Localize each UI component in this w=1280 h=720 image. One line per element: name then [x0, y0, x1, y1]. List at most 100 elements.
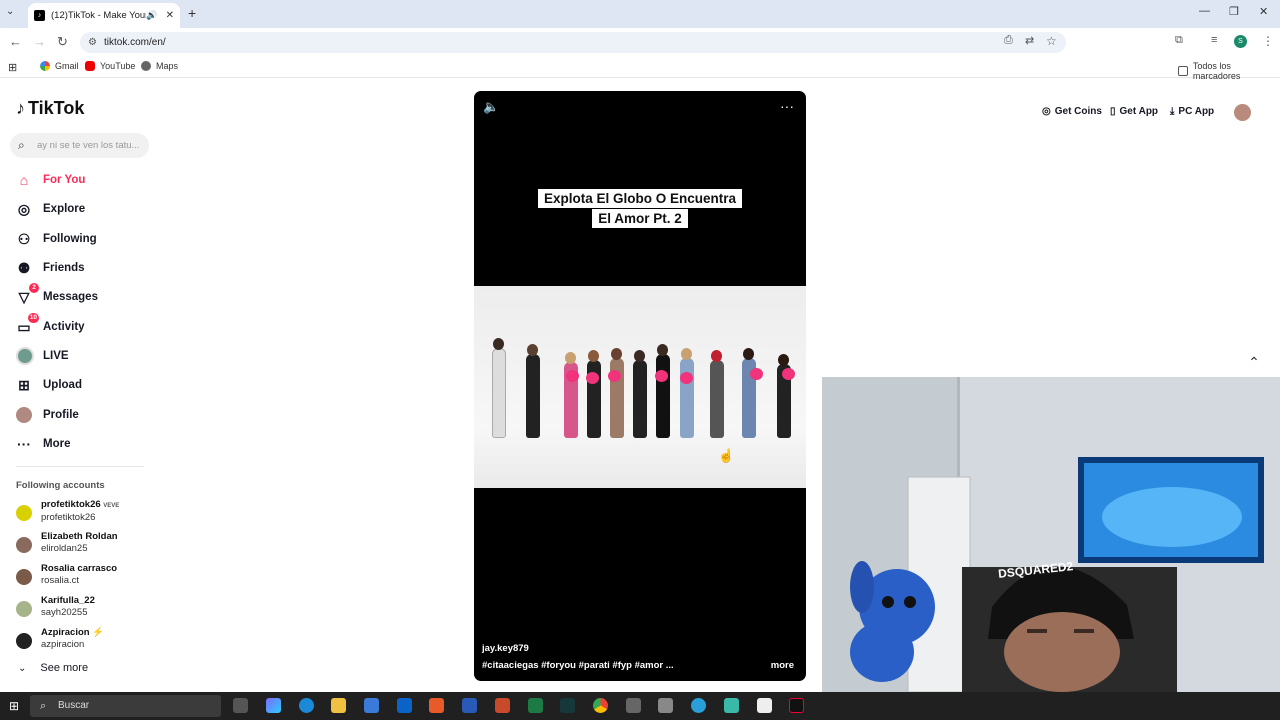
nav-for-you[interactable]: ⌂ For You — [16, 169, 86, 191]
following-icon: ⚇ — [17, 230, 31, 247]
close-window-icon[interactable]: ✕ — [1259, 5, 1268, 18]
chevron-down-icon: ⌄ — [18, 662, 27, 674]
following-account[interactable]: profetiktok26 VEVE profetiktok26 — [16, 499, 119, 524]
avatar — [16, 601, 32, 617]
avatar — [16, 505, 32, 521]
nav-more[interactable]: ··· More — [16, 433, 70, 455]
nav-following[interactable]: ⚇ Following — [16, 228, 97, 250]
tab-list-chevron-icon[interactable]: ⌄ — [6, 6, 14, 17]
profile-avatar-icon — [16, 407, 32, 423]
balloon — [608, 370, 621, 382]
nav-activity[interactable]: ▭ 10 Activity — [16, 312, 85, 338]
video-author[interactable]: jay.key879 — [482, 643, 529, 654]
url-text: tiktok.com/en/ — [104, 37, 166, 48]
person-head — [634, 350, 645, 362]
address-bar[interactable]: ⚙ tiktok.com/en/ — [80, 32, 1066, 53]
task-view-icon[interactable] — [233, 698, 248, 713]
translate-icon[interactable]: ⇄ — [1025, 34, 1034, 47]
nav-explore[interactable]: ◎ Explore — [16, 198, 85, 220]
get-app-button[interactable]: ▯ Get App — [1110, 106, 1158, 117]
davinci-icon[interactable] — [658, 698, 673, 713]
outlook-icon[interactable] — [397, 698, 412, 713]
nav-live[interactable]: LIVE — [16, 345, 69, 367]
following-account[interactable]: Elizabeth Roldan eliroldan25 — [16, 531, 118, 555]
file-explorer-icon[interactable] — [331, 698, 346, 713]
search-input[interactable]: ⌕ ay ni se te ven los tatu... — [10, 133, 149, 158]
nav-friends[interactable]: ⚉ Friends — [16, 257, 85, 279]
capcut-icon[interactable] — [757, 698, 772, 713]
tiktok-favicon-icon: ♪ — [34, 10, 45, 21]
scroll-up-chevron-icon[interactable]: ⌃ — [1244, 354, 1264, 374]
browser-tab[interactable]: ♪ (12)TikTok - Make Your Day 🔊 ✕ — [28, 3, 180, 28]
close-tab-icon[interactable]: ✕ — [166, 10, 174, 21]
search-icon[interactable]: ⌕ — [18, 133, 25, 158]
windows-start-icon[interactable]: ⊞ — [9, 699, 19, 713]
user-avatar[interactable] — [1234, 104, 1251, 121]
person-figure — [710, 360, 724, 438]
chrome-icon[interactable] — [593, 698, 608, 713]
tiktok-app-icon[interactable] — [789, 698, 804, 713]
following-account[interactable]: Rosalia carrasco rosalia.ct — [16, 563, 117, 587]
person-figure — [492, 348, 506, 438]
video-more-button[interactable]: more — [771, 660, 794, 671]
restore-icon[interactable]: ❐ — [1229, 5, 1239, 18]
person-figure — [526, 354, 540, 438]
get-coins-button[interactable]: ◎ Get Coins — [1042, 106, 1102, 117]
person-head — [611, 348, 622, 360]
video-hashtags[interactable]: #citaaciegas #foryou #parati #fyp #amor … — [482, 660, 674, 671]
taskbar-search[interactable]: ⌕ Buscar — [30, 695, 221, 717]
extensions-puzzle-icon[interactable]: ⧉ — [1175, 34, 1183, 47]
person-head — [681, 348, 692, 360]
bookmark-youtube[interactable]: YouTube — [85, 61, 135, 71]
telegram-icon[interactable] — [691, 698, 706, 713]
new-tab-button[interactable]: + — [188, 5, 196, 21]
bookmark-gmail[interactable]: Gmail — [40, 61, 79, 71]
copilot-icon[interactable] — [266, 698, 281, 713]
site-info-icon[interactable]: ⚙ — [88, 32, 97, 53]
install-app-icon[interactable]: ⎙ — [1004, 34, 1013, 47]
apps-grid-icon[interactable]: ⊞ — [8, 61, 17, 74]
nav-profile[interactable]: Profile — [16, 404, 79, 426]
bookmark-maps[interactable]: Maps — [141, 61, 178, 71]
chrome-profile-avatar[interactable]: S — [1234, 35, 1247, 48]
store-icon[interactable] — [364, 698, 379, 713]
google-icon — [40, 61, 50, 71]
back-icon[interactable]: ← — [9, 34, 22, 49]
person-head — [657, 344, 668, 356]
edge-icon[interactable] — [299, 698, 314, 713]
tiktok-note-icon: ♪ — [16, 98, 25, 118]
forward-icon[interactable]: → — [33, 34, 46, 49]
tiktok-logo[interactable]: ♪ TikTok — [16, 98, 84, 119]
word-icon[interactable] — [462, 698, 477, 713]
all-bookmarks-folder[interactable]: Todos los marcadores — [1178, 61, 1280, 81]
nav-upload[interactable]: ⊞ Upload — [16, 374, 82, 396]
sidebar-divider — [16, 466, 144, 467]
reload-icon[interactable]: ↻ — [57, 34, 68, 50]
person-head — [565, 352, 576, 364]
following-account[interactable]: Karifulla_22 sayh20255 — [16, 595, 95, 619]
bookmark-star-icon[interactable]: ☆ — [1046, 34, 1057, 48]
minimize-icon[interactable]: — — [1199, 5, 1210, 17]
nav-messages[interactable]: ▽ 2 Messages — [16, 282, 98, 308]
person-figure — [633, 360, 647, 438]
chrome-menu-icon[interactable]: ⋮ — [1262, 34, 1274, 48]
more-options-icon[interactable]: ··· — [780, 98, 794, 114]
pc-app-button[interactable]: ⤓ PC App — [1170, 106, 1214, 117]
camera-icon[interactable] — [626, 698, 641, 713]
download-icon: ⤓ — [1170, 106, 1175, 117]
following-account[interactable]: Azpiracion ⚡ azpiracion — [16, 627, 104, 651]
powerpoint-icon[interactable] — [495, 698, 510, 713]
volume-icon[interactable]: 🔈 — [483, 99, 499, 115]
video-player[interactable]: 🔈 ··· Explota El Globo O Encuentra El Am… — [474, 91, 806, 681]
app-icon[interactable] — [724, 698, 739, 713]
media-control-icon[interactable]: ≡ — [1211, 34, 1217, 46]
see-more-button[interactable]: ⌄ See more — [18, 662, 88, 674]
activity-badge: 10 — [27, 312, 39, 323]
person-head — [493, 338, 504, 350]
excel-icon[interactable] — [528, 698, 543, 713]
hand-cursor-icon: ☝ — [718, 448, 735, 463]
terminal-icon[interactable] — [560, 698, 575, 713]
upload-icon: ⊞ — [18, 376, 30, 393]
brave-icon[interactable] — [429, 698, 444, 713]
audio-playing-icon[interactable]: 🔊 — [146, 10, 157, 21]
